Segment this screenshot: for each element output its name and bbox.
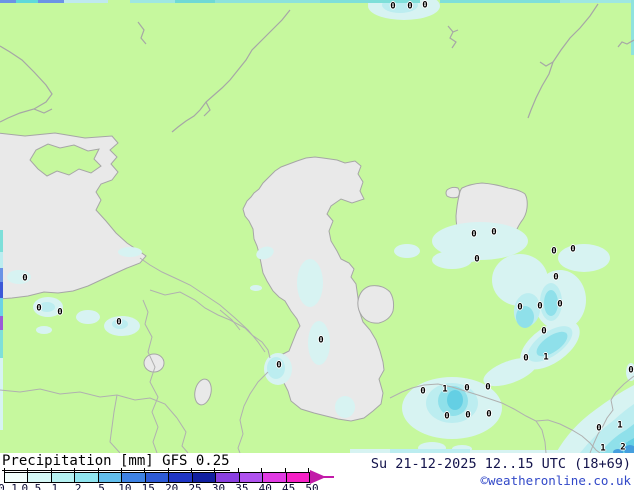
colorbar-scale-value: 20: [165, 482, 179, 490]
top-edge-precip-strip: [0, 0, 634, 3]
colorbar-tick: [237, 468, 239, 472]
colorbar-tick: [27, 468, 29, 472]
colorbar-cell: [168, 473, 192, 482]
precip-value-label: 0: [537, 301, 543, 312]
precip-value-label: 0: [553, 272, 559, 283]
precip-value-label: 1: [442, 384, 448, 395]
colorbar-scale-value: 35: [235, 482, 249, 490]
colorbar-scale-value: 0.1: [0, 482, 18, 490]
colorbar-tick: [284, 468, 286, 472]
precip-value-label: 0: [465, 410, 471, 421]
precip-value-label: 0: [628, 365, 634, 376]
colorbar-tick: [191, 468, 193, 472]
precip-value-label: 0: [444, 411, 450, 422]
colorbar-tick: [120, 468, 122, 472]
precip-value-label: 0: [422, 0, 428, 11]
precip-value-label: 0: [485, 382, 491, 393]
precip-value-label: 0: [464, 383, 470, 394]
colorbar-scale-value: 30: [211, 482, 226, 490]
colorbar-tick: [167, 468, 169, 472]
colorbar-cell: [27, 473, 51, 482]
precip-value-label: 0: [486, 409, 492, 420]
colorbar-tick: [261, 468, 263, 472]
colorbar-scale-value: 5: [98, 482, 105, 490]
colorbar-scale-value: 40: [258, 482, 272, 490]
colorbar-scale-value: 45: [281, 482, 296, 490]
kara-bogaz-gol: [357, 285, 395, 324]
colorbar-tick: [74, 468, 76, 472]
colorbar-tick: [308, 468, 309, 472]
aral-sea-nw-lobe: [445, 186, 460, 199]
weather-map-screenshot: 000000000000000000001010000001120 Precip…: [0, 0, 634, 490]
colorbar-scale-value: 2: [74, 482, 82, 490]
precip-value-label: 0: [407, 1, 413, 12]
colorbar-overflow-arrow-tail: [324, 476, 334, 478]
precip-value-label: 0: [276, 360, 282, 371]
colorbar-tick: [50, 468, 52, 472]
precip-value-label: 0: [420, 386, 426, 397]
map-graphic: [0, 0, 634, 453]
colorbar-cell: [215, 473, 239, 482]
precip-value-label: 0: [570, 244, 576, 255]
precip-value-label: 0: [596, 423, 602, 434]
precip-value-label: 0: [491, 227, 497, 238]
precip-value-label: 0: [474, 254, 480, 265]
precip-value-label: 1: [617, 420, 623, 431]
colorbar-cell: [74, 473, 98, 482]
colorbar-cell: [5, 473, 28, 482]
rivers: [0, 3, 634, 133]
precip-value-label: 2: [620, 442, 626, 453]
colorbar-scale-value: 1: [51, 482, 59, 490]
copyright: ©weatheronline.co.uk: [480, 473, 631, 488]
precip-value-label: 0: [57, 307, 63, 318]
colorbar-cell: [144, 473, 169, 482]
left-edge-precip-strip: [0, 230, 3, 430]
precip-value-label: 0: [22, 273, 28, 284]
colorbar-cell: [50, 473, 75, 482]
precip-value-label: 0: [390, 1, 396, 12]
precip-value-label: 0: [471, 229, 477, 240]
colorbar-scale-value: 0.5: [21, 482, 42, 490]
colorbar-cell: [262, 473, 286, 482]
precip-value-label: 0: [318, 335, 324, 346]
colorbar-tick: [4, 468, 5, 472]
colorbar-cell: [285, 473, 310, 482]
colorbar-cell: [97, 473, 122, 482]
precip-value-label: 0: [523, 353, 529, 364]
map-area: 000000000000000000001010000001120: [0, 0, 634, 453]
legend-right: Su 21-12-2025 12..15 UTC (18+69) ©weathe…: [371, 456, 631, 488]
precip-value-label: 0: [36, 303, 42, 314]
legend-title: Precipitation [mm] GFS 0.25: [2, 453, 230, 471]
valid-time: Su 21-12-2025 12..15 UTC (18+69): [370, 456, 631, 472]
lake-urmia: [194, 378, 212, 406]
precip-value-label: 1: [600, 443, 606, 453]
colorbar-cell: [238, 473, 263, 482]
colorbar-scale-value: 25: [188, 482, 202, 490]
precip-value-label: 0: [557, 299, 563, 310]
precip-value-label: 0: [541, 326, 547, 337]
precip-value-label: 1: [543, 352, 549, 363]
colorbar-tick: [97, 468, 99, 472]
colorbar-cell: [191, 473, 216, 482]
colorbar-scale-value: 10: [118, 482, 132, 490]
colorbar-tick: [214, 468, 216, 472]
colorbar-scale-value: 15: [141, 482, 155, 490]
precip-value-label: 0: [517, 302, 523, 313]
colorbar-tick: [144, 468, 146, 472]
legend-bar: Precipitation [mm] GFS 0.25 0.1 0.5 1 2 5 10 1…: [0, 453, 634, 490]
colorbar-cell: [121, 473, 145, 482]
precip-value-label: 0: [116, 317, 122, 328]
precip-value-label: 0: [551, 246, 557, 257]
